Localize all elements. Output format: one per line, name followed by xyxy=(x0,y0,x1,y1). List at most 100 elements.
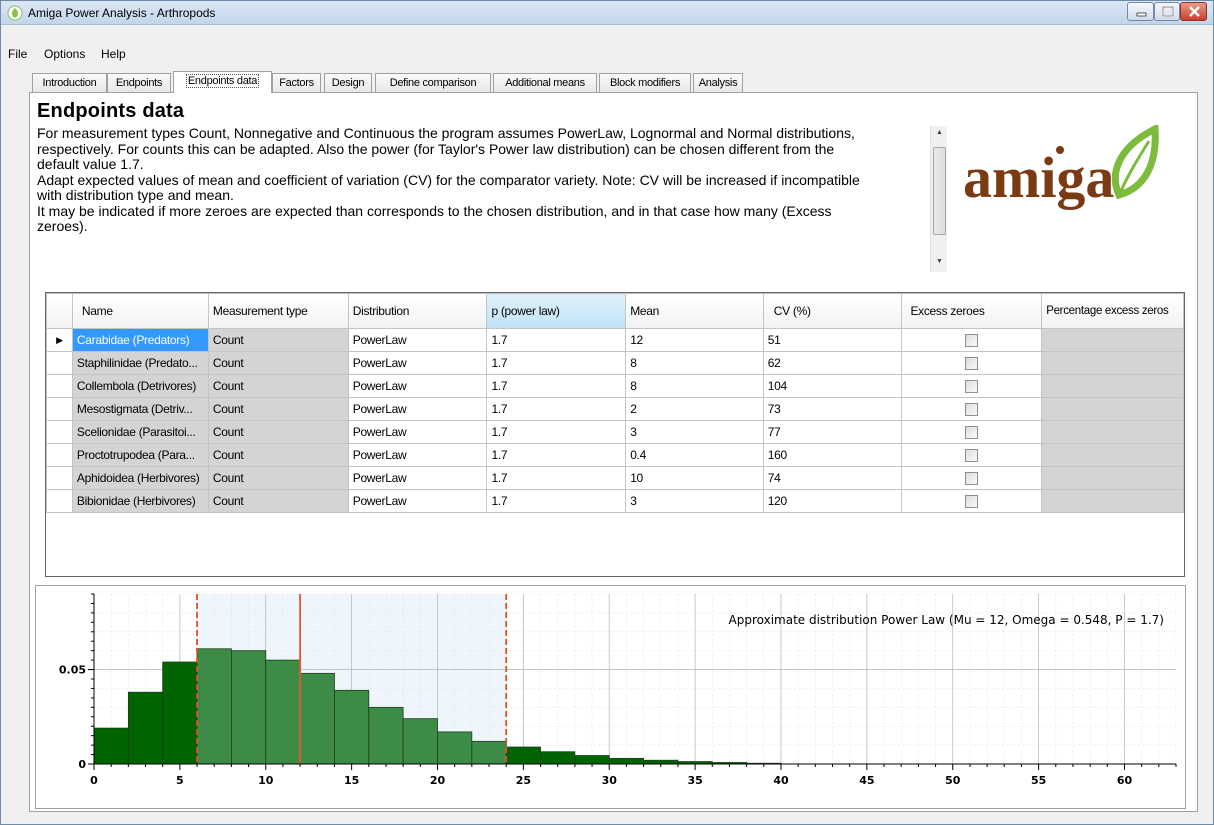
scroll-up-icon[interactable]: ▲ xyxy=(931,129,948,136)
cell-distribution[interactable]: PowerLaw xyxy=(347,328,488,352)
scroll-thumb[interactable] xyxy=(933,147,946,235)
row-header[interactable]: ▶ xyxy=(46,328,73,352)
column-header-cv[interactable]: CV (%) xyxy=(762,293,903,329)
cell-measurement-type[interactable]: Count xyxy=(207,397,349,421)
description-scrollbar[interactable]: ▲ ▼ xyxy=(930,126,947,272)
cell-p-power-law[interactable]: 1.7 xyxy=(486,351,627,375)
cell-distribution[interactable]: PowerLaw xyxy=(347,374,488,398)
excess-zeroes-checkbox[interactable] xyxy=(965,426,979,440)
endpoints-grid[interactable]: Name Measurement type Distribution p (po… xyxy=(45,292,1185,577)
cell-cv[interactable]: 74 xyxy=(762,466,903,490)
menu-file[interactable]: File xyxy=(8,47,27,61)
cell-measurement-type[interactable]: Count xyxy=(207,489,349,513)
tab-design[interactable]: Design xyxy=(324,73,372,93)
cell-cv[interactable]: 77 xyxy=(762,420,903,444)
column-header-mean[interactable]: Mean xyxy=(625,293,764,329)
row-header[interactable] xyxy=(46,351,73,375)
cell-distribution[interactable]: PowerLaw xyxy=(347,351,488,375)
column-header-excess-zeroes[interactable]: Excess zeroes xyxy=(901,293,1043,329)
minimize-button[interactable] xyxy=(1127,2,1154,21)
cell-percentage-excess-zeros[interactable] xyxy=(1041,420,1184,444)
cell-measurement-type[interactable]: Count xyxy=(207,443,349,467)
cell-percentage-excess-zeros[interactable] xyxy=(1041,466,1184,490)
cell-cv[interactable]: 120 xyxy=(762,489,903,513)
cell-distribution[interactable]: PowerLaw xyxy=(347,420,488,444)
cell-mean[interactable]: 10 xyxy=(625,466,764,490)
cell-cv[interactable]: 160 xyxy=(762,443,903,467)
cell-mean[interactable]: 0.4 xyxy=(625,443,764,467)
excess-zeroes-checkbox[interactable] xyxy=(965,495,979,509)
cell-percentage-excess-zeros[interactable] xyxy=(1041,443,1184,467)
cell-p-power-law[interactable]: 1.7 xyxy=(486,489,627,513)
cell-excess-zeroes[interactable] xyxy=(901,443,1043,467)
cell-measurement-type[interactable]: Count xyxy=(207,466,349,490)
tab-define-comparison[interactable]: Define comparison xyxy=(375,73,491,93)
close-button[interactable] xyxy=(1180,2,1207,21)
cell-percentage-excess-zeros[interactable] xyxy=(1041,328,1184,352)
cell-name[interactable]: Carabidae (Predators) xyxy=(71,328,209,352)
cell-p-power-law[interactable]: 1.7 xyxy=(486,328,627,352)
table-row[interactable]: Scelionidae (Parasitoi... Count PowerLaw 1.… xyxy=(46,420,1184,444)
table-row[interactable]: ▶ Carabidae (Predators) Count PowerLaw 1.7 12… xyxy=(46,328,1184,352)
column-header-percentage-excess-zeros[interactable]: Percentage excess zeros xyxy=(1041,293,1184,329)
row-header[interactable] xyxy=(46,489,73,513)
tab-block-modifiers[interactable]: Block modifiers xyxy=(599,73,691,93)
table-row[interactable]: Bibionidae (Herbivores) Count PowerLaw 1.7 3… xyxy=(46,489,1184,513)
tab-introduction[interactable]: Introduction xyxy=(32,73,107,93)
row-header[interactable] xyxy=(46,443,73,467)
cell-percentage-excess-zeros[interactable] xyxy=(1041,489,1184,513)
tab-analysis[interactable]: Analysis xyxy=(693,73,743,93)
cell-measurement-type[interactable]: Count xyxy=(207,374,349,398)
cell-excess-zeroes[interactable] xyxy=(901,374,1043,398)
table-row[interactable]: Staphilinidae (Predato... Count PowerLaw 1.… xyxy=(46,351,1184,375)
cell-distribution[interactable]: PowerLaw xyxy=(347,466,488,490)
menu-help[interactable]: Help xyxy=(101,47,126,61)
cell-mean[interactable]: 2 xyxy=(625,397,764,421)
cell-name[interactable]: Scelionidae (Parasitoi... xyxy=(71,420,209,444)
cell-excess-zeroes[interactable] xyxy=(901,489,1043,513)
row-header[interactable] xyxy=(46,397,73,421)
row-header[interactable] xyxy=(46,374,73,398)
cell-excess-zeroes[interactable] xyxy=(901,466,1043,490)
cell-mean[interactable]: 8 xyxy=(625,374,764,398)
cell-name[interactable]: Staphilinidae (Predato... xyxy=(71,351,209,375)
cell-excess-zeroes[interactable] xyxy=(901,328,1043,352)
cell-excess-zeroes[interactable] xyxy=(901,351,1043,375)
column-header-measurement-type[interactable]: Measurement type xyxy=(207,293,349,329)
tab-endpoints[interactable]: Endpoints xyxy=(107,73,171,93)
cell-percentage-excess-zeros[interactable] xyxy=(1041,397,1184,421)
cell-name[interactable]: Bibionidae (Herbivores) xyxy=(71,489,209,513)
cell-cv[interactable]: 73 xyxy=(762,397,903,421)
tab-factors[interactable]: Factors xyxy=(272,73,321,93)
cell-name[interactable]: Proctotrupodea (Para... xyxy=(71,443,209,467)
table-row[interactable]: Proctotrupodea (Para... Count PowerLaw 1.7 0… xyxy=(46,443,1184,467)
cell-mean[interactable]: 3 xyxy=(625,420,764,444)
cell-p-power-law[interactable]: 1.7 xyxy=(486,374,627,398)
column-header-name[interactable]: Name xyxy=(71,293,209,329)
cell-p-power-law[interactable]: 1.7 xyxy=(486,420,627,444)
excess-zeroes-checkbox[interactable] xyxy=(965,380,979,394)
cell-p-power-law[interactable]: 1.7 xyxy=(486,397,627,421)
cell-distribution[interactable]: PowerLaw xyxy=(347,443,488,467)
cell-name[interactable]: Collembola (Detrivores) xyxy=(71,374,209,398)
excess-zeroes-checkbox[interactable] xyxy=(965,334,979,348)
cell-mean[interactable]: 12 xyxy=(625,328,764,352)
cell-cv[interactable]: 51 xyxy=(762,328,903,352)
cell-p-power-law[interactable]: 1.7 xyxy=(486,443,627,467)
column-header-p-power-law[interactable]: p (power law) xyxy=(486,293,627,329)
column-header-distribution[interactable]: Distribution xyxy=(347,293,488,329)
table-row[interactable]: Aphidoidea (Herbivores) Count PowerLaw 1.7 1… xyxy=(46,466,1184,490)
table-row[interactable]: Mesostigmata (Detriv... Count PowerLaw 1.7 2… xyxy=(46,397,1184,421)
cell-mean[interactable]: 8 xyxy=(625,351,764,375)
cell-measurement-type[interactable]: Count xyxy=(207,420,349,444)
cell-cv[interactable]: 62 xyxy=(762,351,903,375)
row-header[interactable] xyxy=(46,466,73,490)
row-header[interactable] xyxy=(46,420,73,444)
cell-mean[interactable]: 3 xyxy=(625,489,764,513)
excess-zeroes-checkbox[interactable] xyxy=(965,357,979,371)
cell-percentage-excess-zeros[interactable] xyxy=(1041,351,1184,375)
cell-measurement-type[interactable]: Count xyxy=(207,351,349,375)
table-row[interactable]: Collembola (Detrivores) Count PowerLaw 1.7 8… xyxy=(46,374,1184,398)
cell-name[interactable]: Mesostigmata (Detriv... xyxy=(71,397,209,421)
cell-measurement-type[interactable]: Count xyxy=(207,328,349,352)
